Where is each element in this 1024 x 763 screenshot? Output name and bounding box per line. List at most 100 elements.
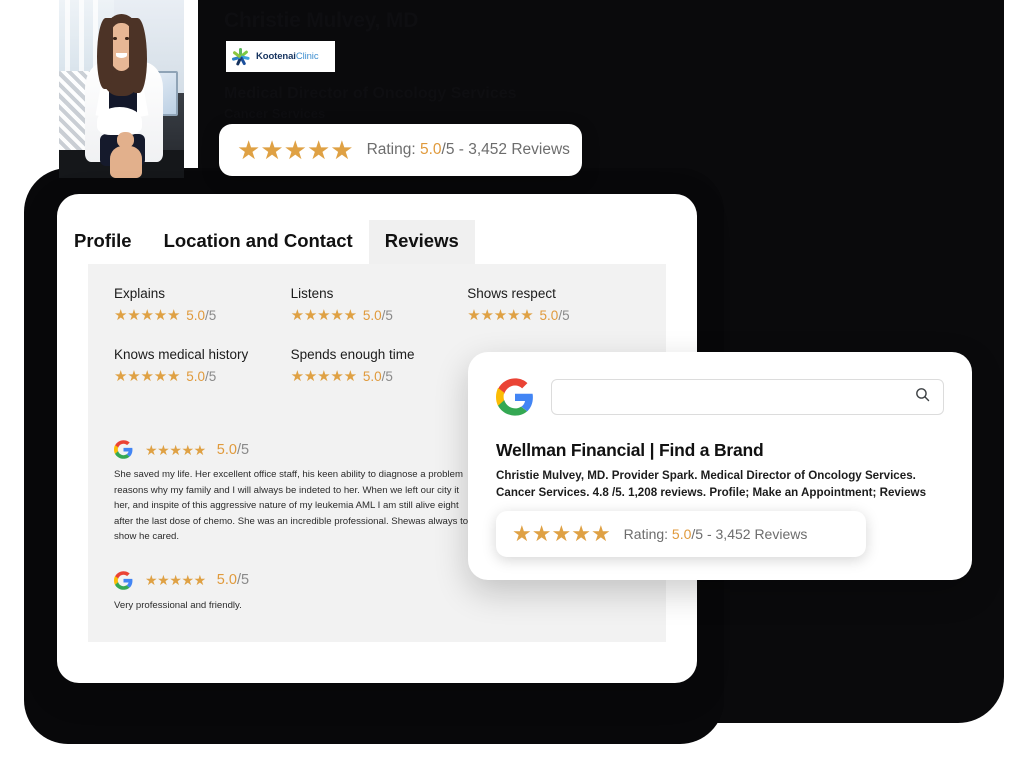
star-icon: ★ xyxy=(480,307,494,324)
top-rating-pill: ★ ★ ★ ★ ★ Rating: 5.0/5 - 3,452 Reviews xyxy=(219,124,582,176)
star-icon: ★ xyxy=(193,572,207,589)
star-icon: ★ xyxy=(330,307,343,324)
metric-label: Explains xyxy=(114,286,166,301)
metric-score: 5.0/5 xyxy=(362,308,393,323)
star-icon: ★ xyxy=(169,572,182,589)
star-icon: ★ xyxy=(140,307,154,324)
kootenai-wordmark: KootenaiClinic xyxy=(256,50,319,62)
search-input[interactable] xyxy=(564,389,914,405)
photo-illustration xyxy=(59,0,184,178)
star-icon: ★ xyxy=(512,520,532,546)
metric-score: 5.0/5 xyxy=(186,369,217,384)
star-icon: ★ xyxy=(303,307,317,324)
metric-stars: ★ ★ ★ ★ ★ xyxy=(290,368,357,385)
star-icon: ★ xyxy=(140,368,154,385)
star-icon: ★ xyxy=(181,441,194,458)
star-icon: ★ xyxy=(571,520,591,546)
star-icon: ★ xyxy=(181,572,194,589)
google-result-card: Wellman Financial | Find a Brand Christi… xyxy=(468,352,972,580)
star-icon: ★ xyxy=(330,135,353,165)
metric-score: 5.0/5 xyxy=(186,308,217,323)
star-icon: ★ xyxy=(127,368,140,385)
google-search-box[interactable] xyxy=(551,379,944,415)
search-icon[interactable] xyxy=(914,386,931,408)
rating-label: Rating: 5.0/5 - 3,452 Reviews xyxy=(623,525,808,542)
star-icon: ★ xyxy=(290,307,304,324)
metric-item: Knows medical history ★ ★ ★ ★ ★ 5.0/5 xyxy=(114,347,291,384)
metric-stars: ★ ★ ★ ★ ★ xyxy=(114,307,180,324)
review-stars: ★ ★ ★ ★ ★ xyxy=(145,572,207,589)
star-icon: ★ xyxy=(531,520,552,546)
metric-item: Listens ★ ★ ★ ★ ★ 5.0/5 xyxy=(291,286,468,323)
doctor-role-ghost: Medical Director of Oncology Services xyxy=(224,85,517,102)
star-icon: ★ xyxy=(157,441,170,458)
star-icon: ★ xyxy=(237,135,260,165)
star-icon: ★ xyxy=(157,572,170,589)
tab-location-and-contact[interactable]: Location and Contact xyxy=(148,220,369,264)
tab-profile[interactable]: Profile xyxy=(58,220,148,264)
star-icon: ★ xyxy=(467,307,480,324)
result-description: Christie Mulvey, MD. Provider Spark. Med… xyxy=(496,469,927,499)
google-search-row xyxy=(496,378,944,416)
star-icon: ★ xyxy=(317,368,330,385)
star-icon: ★ xyxy=(590,520,611,546)
metric-item: Spends enough time ★ ★ ★ ★ ★ 5.0/5 xyxy=(291,347,468,384)
star-icon: ★ xyxy=(167,368,180,385)
rating-label: Rating: 5.0/5 - 3,452 Reviews xyxy=(366,141,570,158)
review-text: She saved my life. Her excellent office … xyxy=(114,469,469,543)
star-icon: ★ xyxy=(153,368,167,385)
metric-stars: ★ ★ ★ ★ ★ xyxy=(290,307,357,324)
doctor-dept-ghost: Cancer Services xyxy=(224,106,326,121)
metric-label: Spends enough time xyxy=(290,347,415,362)
star-icon: ★ xyxy=(167,307,180,324)
star-icon: ★ xyxy=(283,135,307,165)
rating-stars: ★ ★ ★ ★ ★ xyxy=(512,520,611,546)
profile-tabs: Profile Location and Contact Reviews xyxy=(58,220,475,264)
metric-label: Shows respect xyxy=(467,286,556,301)
metric-stars: ★ ★ ★ ★ ★ xyxy=(114,368,180,385)
star-icon: ★ xyxy=(303,368,317,385)
kootenai-clinic-logo: KootenaiClinic xyxy=(226,41,335,72)
doctor-photo xyxy=(59,0,184,178)
star-icon: ★ xyxy=(290,368,304,385)
google-icon xyxy=(496,378,534,416)
star-icon: ★ xyxy=(145,441,158,458)
star-icon: ★ xyxy=(317,307,330,324)
metric-score: 5.0/5 xyxy=(539,308,570,323)
star-icon: ★ xyxy=(551,520,571,546)
metric-stars: ★ ★ ★ ★ ★ xyxy=(467,307,533,324)
doctor-name-ghost: Christie Mulvey, MD xyxy=(224,9,419,32)
metric-item: Explains ★ ★ ★ ★ ★ 5.0/5 xyxy=(114,286,291,323)
star-icon: ★ xyxy=(520,307,533,324)
google-icon xyxy=(114,440,133,459)
review-text: Very professional and friendly. xyxy=(114,599,242,611)
star-icon: ★ xyxy=(127,307,140,324)
review-score: 5.0/5 xyxy=(216,572,250,589)
star-icon: ★ xyxy=(114,368,127,385)
star-icon: ★ xyxy=(343,307,357,324)
screenshot-stage: Christie Mulvey, MD Medical Director of … xyxy=(0,0,1024,763)
star-icon: ★ xyxy=(193,441,207,458)
star-icon: ★ xyxy=(114,307,127,324)
star-icon: ★ xyxy=(153,307,167,324)
review-score: 5.0/5 xyxy=(216,441,250,458)
google-icon xyxy=(114,570,133,590)
metric-label: Knows medical history xyxy=(114,347,249,362)
star-icon: ★ xyxy=(343,368,357,385)
star-icon: ★ xyxy=(493,307,507,324)
rating-stars: ★ ★ ★ ★ ★ xyxy=(237,135,354,165)
metric-item: Shows respect ★ ★ ★ ★ ★ 5.0/5 xyxy=(467,286,644,323)
star-icon: ★ xyxy=(169,441,182,458)
kootenai-pinwheel-icon xyxy=(230,46,252,68)
tab-reviews[interactable]: Reviews xyxy=(368,220,475,264)
metric-label: Listens xyxy=(290,286,334,301)
result-title[interactable]: Wellman Financial | Find a Brand xyxy=(496,440,944,461)
star-icon: ★ xyxy=(507,307,520,324)
review-stars: ★ ★ ★ ★ ★ xyxy=(145,441,207,458)
star-icon: ★ xyxy=(306,135,330,165)
metric-score: 5.0/5 xyxy=(362,369,393,384)
google-rating-pill: ★ ★ ★ ★ ★ Rating: 5.0/5 - 3,452 Reviews xyxy=(496,510,866,557)
star-icon: ★ xyxy=(330,368,343,385)
star-icon: ★ xyxy=(260,135,283,165)
star-icon: ★ xyxy=(145,572,158,589)
